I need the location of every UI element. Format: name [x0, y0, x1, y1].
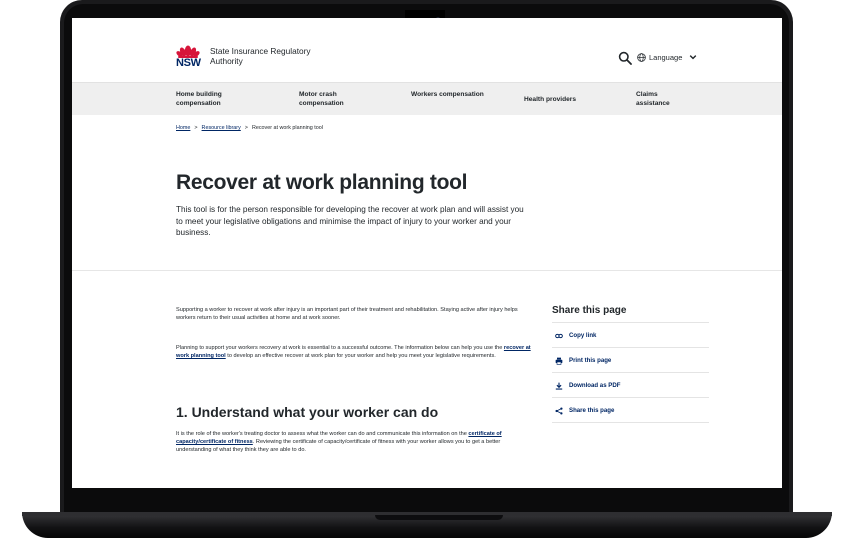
language-label: Language: [649, 52, 683, 62]
paragraph-text: Planning to support your workers recover…: [176, 345, 504, 351]
agency-name: State Insurance Regulatory Authority: [210, 46, 311, 66]
nav-item-home-building[interactable]: Home building compensation: [176, 90, 256, 108]
paragraph-text: to develop an effective recover at work …: [225, 353, 496, 360]
body-paragraph-1: Supporting a worker to recover at work a…: [176, 307, 518, 322]
search-icon[interactable]: [618, 51, 632, 65]
laptop-opening-groove: [375, 515, 503, 520]
breadcrumb: Home > Resource library > Recover at wor…: [176, 125, 323, 131]
intro-text: This tool is for the person responsible …: [176, 205, 524, 238]
print-page-button[interactable]: Print this page: [552, 349, 709, 373]
copy-link-button[interactable]: Copy link: [552, 324, 709, 348]
paragraph-text: It is the role of the worker's treating …: [176, 431, 469, 437]
breadcrumb-separator: >: [194, 125, 198, 131]
nav-item-claims-assistance[interactable]: Claims assistance: [636, 90, 692, 108]
share-icon: [555, 406, 563, 415]
browser-screen: NSW State Insurance Regulatory Authority…: [72, 18, 782, 488]
download-icon: [555, 382, 563, 390]
body-paragraph-3: It is the role of the worker's treating …: [176, 430, 536, 454]
printer-icon: [555, 357, 563, 365]
breadcrumb-separator: >: [244, 125, 248, 131]
nav-item-motor-crash[interactable]: Motor crash compensation: [299, 90, 379, 108]
main-navigation: Home building compensation Motor crash c…: [72, 82, 782, 115]
share-panel-rule: [552, 322, 709, 323]
globe-icon: [637, 52, 646, 62]
print-page-label: Print this page: [569, 357, 612, 364]
download-pdf-label: Download as PDF: [569, 382, 621, 389]
copy-link-label: Copy link: [569, 332, 597, 339]
download-pdf-button[interactable]: Download as PDF: [552, 374, 709, 398]
section-divider: [72, 270, 782, 271]
nav-item-workers-comp[interactable]: Workers compensation: [411, 90, 491, 99]
chevron-down-icon: [690, 55, 697, 60]
site-header: NSW State Insurance Regulatory Authority…: [72, 18, 782, 82]
breadcrumb-home[interactable]: Home: [176, 125, 190, 131]
language-selector[interactable]: Language: [637, 50, 697, 64]
share-page-label: Share this page: [569, 407, 615, 414]
waratah-icon: [176, 45, 200, 58]
page-title: Recover at work planning tool: [176, 171, 468, 194]
share-page-button[interactable]: Share this page: [552, 399, 709, 423]
nav-item-health-providers[interactable]: Health providers: [524, 95, 576, 104]
section-heading: 1. Understand what your worker can do: [176, 404, 439, 420]
body-paragraph-2: Planning to support your workers recover…: [176, 344, 536, 360]
link-icon: [555, 333, 563, 338]
share-panel-title: Share this page: [552, 305, 627, 316]
logo-text: NSW: [176, 57, 201, 69]
breadcrumb-resource-library[interactable]: Resource library: [202, 125, 241, 131]
nsw-logo[interactable]: NSW: [176, 42, 201, 70]
breadcrumb-current: Recover at work planning tool: [251, 125, 323, 131]
